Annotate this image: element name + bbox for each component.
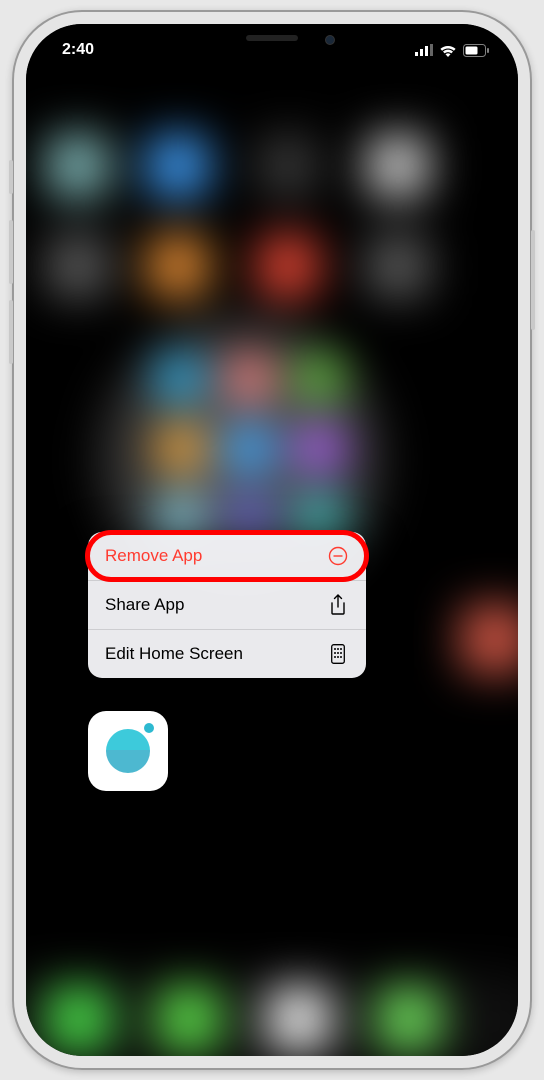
- wifi-icon: [439, 44, 457, 57]
- app-icon-graphic: [106, 729, 150, 773]
- remove-icon: [327, 545, 349, 567]
- remove-app-label: Remove App: [105, 546, 202, 566]
- share-app-menu-item[interactable]: Share App: [88, 581, 366, 630]
- selected-app-icon[interactable]: [88, 711, 168, 791]
- cellular-signal-icon: [415, 44, 433, 56]
- apps-grid-icon: [327, 643, 349, 665]
- phone-screen: 2:40: [26, 24, 518, 1056]
- volume-down-button: [9, 300, 13, 364]
- mute-switch: [9, 160, 13, 194]
- edit-home-screen-menu-item[interactable]: Edit Home Screen: [88, 630, 366, 678]
- status-time: 2:40: [54, 35, 94, 59]
- phone-frame: 2:40: [12, 10, 532, 1070]
- battery-icon: [463, 44, 490, 57]
- side-button: [531, 230, 535, 330]
- front-camera: [325, 35, 335, 45]
- share-icon: [327, 594, 349, 616]
- app-icon-badge-dot: [144, 723, 154, 733]
- volume-up-button: [9, 220, 13, 284]
- status-indicators: [415, 38, 490, 57]
- edit-home-screen-label: Edit Home Screen: [105, 644, 243, 664]
- notch: [167, 24, 377, 56]
- share-app-label: Share App: [105, 595, 184, 615]
- app-context-menu: Remove App Share App Edit Home Screen: [88, 532, 366, 678]
- speaker: [246, 35, 298, 41]
- remove-app-menu-item[interactable]: Remove App: [88, 532, 366, 581]
